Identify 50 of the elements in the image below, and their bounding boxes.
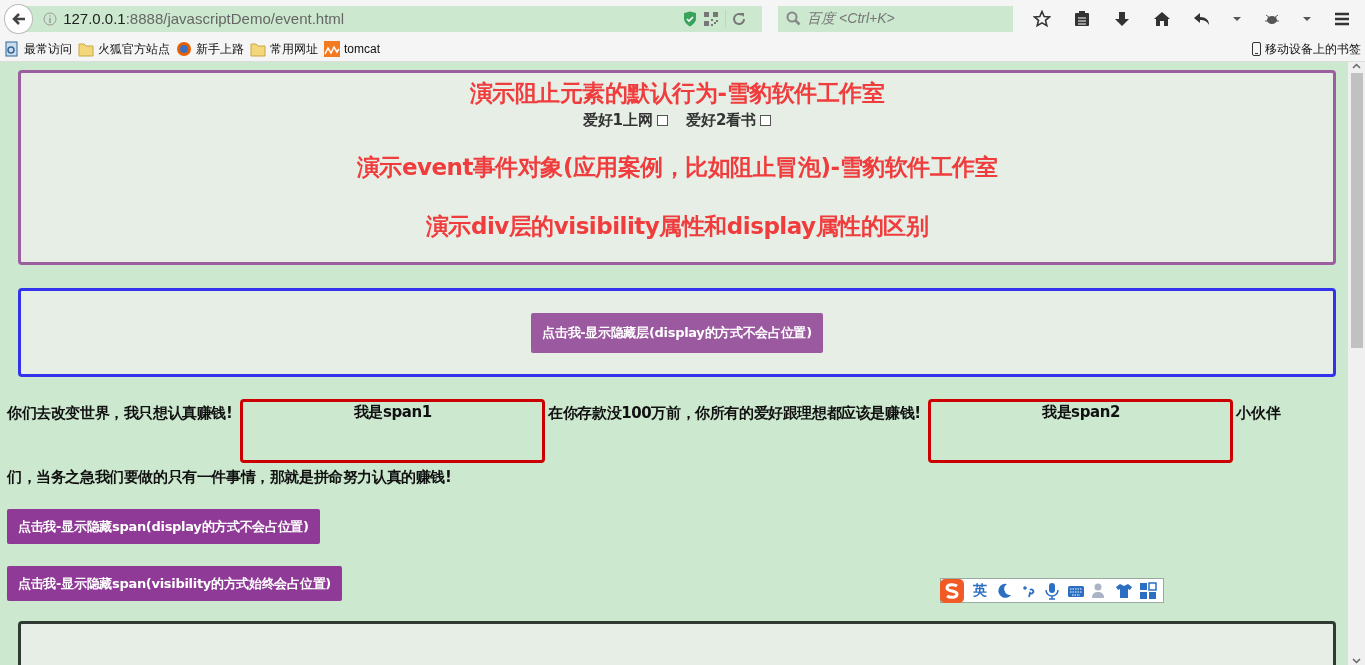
download-icon	[1113, 9, 1131, 28]
shirt-icon[interactable]	[1115, 581, 1133, 600]
paragraph-text: 你们去改变世界，我只想认真赚钱!	[7, 404, 233, 422]
back-button[interactable]	[4, 3, 34, 34]
bookmark-link[interactable]: 常用网址	[250, 40, 318, 58]
moon-icon[interactable]	[995, 581, 1013, 600]
tomcat-icon	[324, 41, 340, 57]
mobile-bookmarks-link[interactable]: 移动设备上的书签	[1252, 40, 1361, 58]
back-arrow-icon	[10, 10, 27, 27]
microphone-icon[interactable]	[1043, 581, 1061, 600]
bookmark-link[interactable]: 新手上路	[176, 40, 244, 58]
input-mode-text[interactable]: 英	[971, 581, 989, 600]
globe-icon	[176, 41, 192, 57]
bookmark-link[interactable]: tomcat	[324, 41, 380, 57]
reload-icon	[732, 11, 747, 26]
heading: 演示div层的visibility属性和display属性的区别	[424, 212, 930, 241]
hobby-option[interactable]: 爱好2看书	[686, 111, 772, 130]
toggle-span-button[interactable]: 点击我-显示隐藏span(visibility的方式始终会占位置)	[7, 566, 342, 601]
folder-icon	[250, 41, 266, 57]
bordered-span: 我是span2	[928, 399, 1234, 463]
reading-list-icon	[1073, 9, 1091, 28]
shield-icon	[683, 10, 698, 27]
bookmark-link[interactable]: 最常访问	[4, 40, 72, 58]
search-icon	[786, 11, 802, 26]
paragraph-text: 小伙伴	[1236, 404, 1281, 422]
toggle-layer-button[interactable]: 点击我-显示隐藏层(display的方式不会占位置)	[531, 312, 823, 353]
grid-icon[interactable]	[1139, 581, 1157, 600]
search-field[interactable]: 百度 <Ctrl+K>	[778, 5, 1013, 32]
phone-icon	[1252, 42, 1261, 56]
info-icon	[43, 11, 58, 26]
checkbox[interactable]	[760, 115, 772, 126]
bordered-span: 我是span1	[240, 399, 546, 463]
bookmark-link[interactable]: 火狐官方站点	[78, 40, 170, 58]
address-bar[interactable]: 127.0.0.1:8888/javascriptDemo/event.html	[25, 5, 763, 32]
scrollbar-thumb[interactable]	[1350, 73, 1363, 348]
qr-code-icon	[703, 10, 720, 27]
heading: 演示event事件对象(应用案例，比如阻止冒泡)-雪豹软件工作室	[355, 153, 999, 182]
checkbox[interactable]	[657, 115, 668, 126]
hobby-option[interactable]: 爱好1上网	[582, 111, 668, 130]
heading: 演示阻止元素的默认行为-雪豹软件工作室	[468, 79, 886, 108]
url-text: 127.0.0.1:8888/javascriptDemo/event.html	[63, 10, 346, 27]
paragraph-text: 在你存款没100万前，你所有的爱好跟理想都应该是赚钱!	[548, 404, 921, 422]
toggle-span-button[interactable]: 点击我-显示隐藏span(display的方式不会占位置)	[7, 509, 320, 544]
bookmark-star-icon	[1033, 9, 1051, 28]
dropdown-caret-icon	[1233, 16, 1241, 21]
dropdown-caret-icon	[1303, 16, 1311, 21]
page-icon	[4, 41, 20, 57]
home-icon	[1153, 9, 1171, 28]
paragraph-text: 们，当务之急我们要做的只有一件事情，那就是拼命努力认真的赚钱!	[7, 468, 452, 486]
folder-icon	[78, 41, 94, 57]
